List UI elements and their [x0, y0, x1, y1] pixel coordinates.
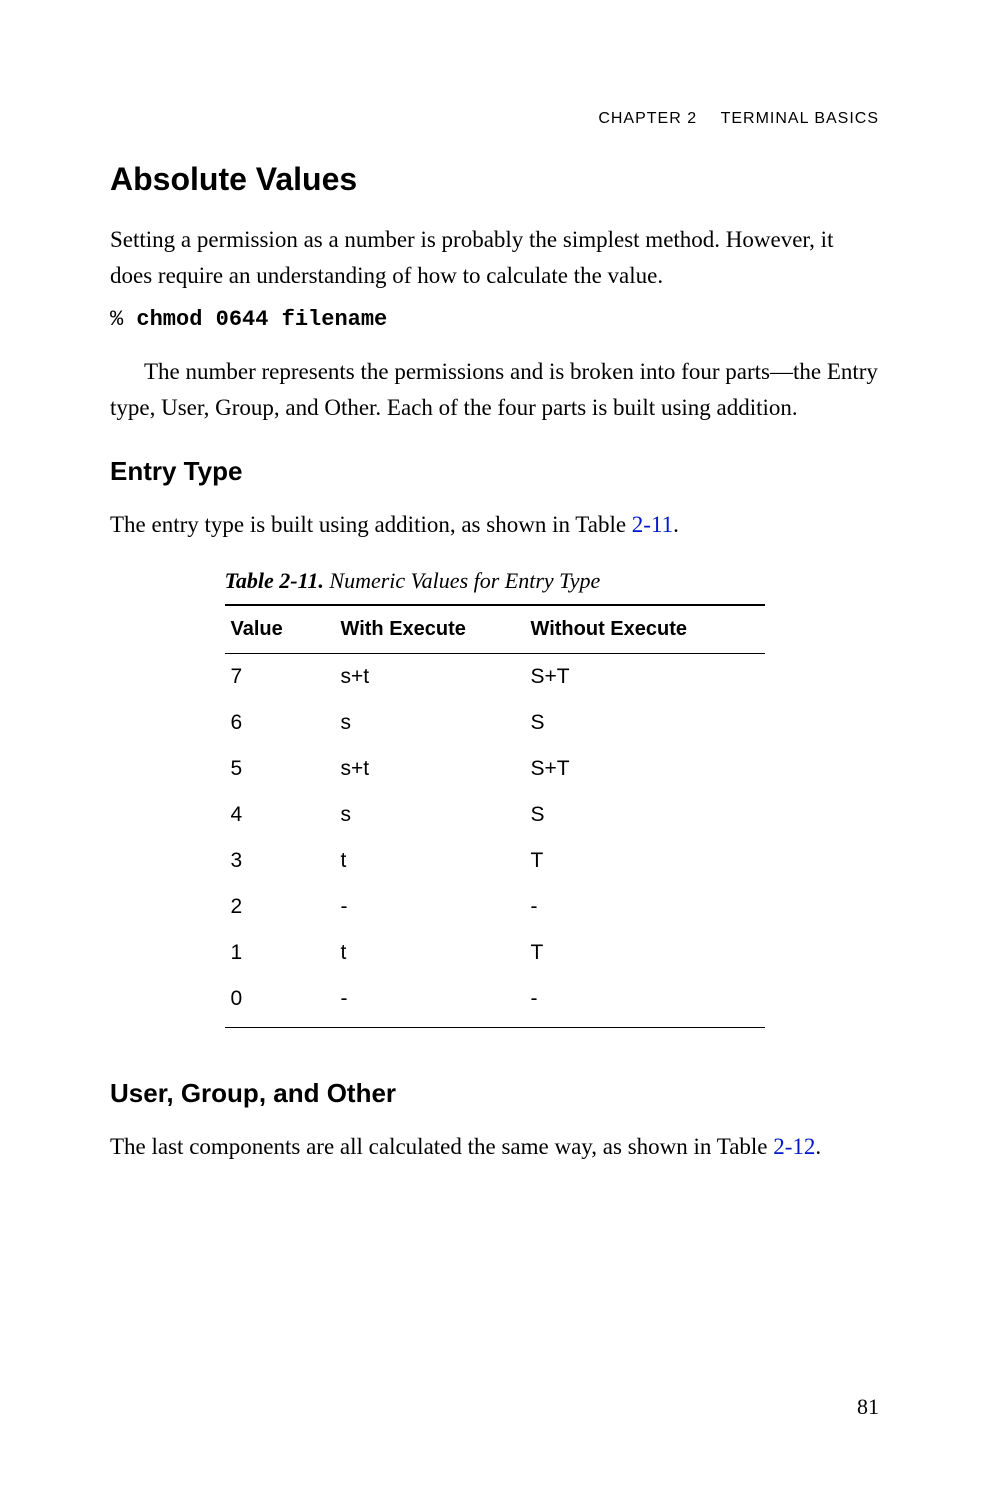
cell-with-execute: t: [335, 930, 525, 976]
text: The entry type is built using addition, …: [110, 512, 632, 537]
subsection-heading-user-group-other: User, Group, and Other: [110, 1078, 879, 1109]
cell-value: 3: [225, 838, 335, 884]
cell-with-execute: -: [335, 884, 525, 930]
cell-value: 1: [225, 930, 335, 976]
page-number: 81: [857, 1394, 879, 1420]
cell-with-execute: s: [335, 792, 525, 838]
table-row: 0--: [225, 976, 765, 1028]
cell-with-execute: s+t: [335, 746, 525, 792]
section-heading-absolute-values: Absolute Values: [110, 161, 879, 198]
text: .: [815, 1134, 821, 1159]
subsection-heading-entry-type: Entry Type: [110, 456, 879, 487]
cell-value: 5: [225, 746, 335, 792]
text: .: [673, 512, 679, 537]
table-row: 2--: [225, 884, 765, 930]
table-caption: Table 2-11. Numeric Values for Entry Typ…: [225, 568, 765, 594]
cell-without-execute: -: [525, 976, 765, 1028]
cell-value: 4: [225, 792, 335, 838]
cell-without-execute: T: [525, 838, 765, 884]
col-header-value: Value: [225, 605, 335, 654]
table-title: Numeric Values for Entry Type: [324, 568, 600, 593]
table-ref-link[interactable]: 2-11: [632, 512, 673, 537]
cell-without-execute: S: [525, 792, 765, 838]
paragraph: Setting a permission as a number is prob…: [110, 222, 879, 293]
cell-value: 6: [225, 700, 335, 746]
col-header-without-execute: Without Execute: [525, 605, 765, 654]
paragraph: The number represents the permissions an…: [110, 354, 879, 425]
cell-with-execute: t: [335, 838, 525, 884]
cell-without-execute: S: [525, 700, 765, 746]
cell-with-execute: s: [335, 700, 525, 746]
table-row: 3tT: [225, 838, 765, 884]
table-row: 6sS: [225, 700, 765, 746]
shell-prompt: %: [110, 307, 136, 332]
table-row: 1tT: [225, 930, 765, 976]
header-chapter: CHAPTER 2: [598, 110, 697, 127]
shell-command: chmod 0644 filename: [136, 307, 387, 332]
cell-without-execute: T: [525, 930, 765, 976]
paragraph: The last components are all calculated t…: [110, 1129, 879, 1165]
code-example: % chmod 0644 filename: [110, 307, 879, 332]
text: The last components are all calculated t…: [110, 1134, 773, 1159]
table-row: 7s+tS+T: [225, 654, 765, 701]
cell-value: 2: [225, 884, 335, 930]
table-label: Table 2-11.: [225, 568, 324, 593]
paragraph: The entry type is built using addition, …: [110, 507, 879, 543]
cell-value: 0: [225, 976, 335, 1028]
header-title: TERMINAL BASICS: [721, 110, 879, 127]
cell-without-execute: -: [525, 884, 765, 930]
running-header: CHAPTER 2 TERMINAL BASICS: [598, 110, 879, 128]
cell-with-execute: -: [335, 976, 525, 1028]
table-ref-link[interactable]: 2-12: [773, 1134, 815, 1159]
cell-without-execute: S+T: [525, 654, 765, 701]
cell-value: 7: [225, 654, 335, 701]
table-2-11: Table 2-11. Numeric Values for Entry Typ…: [225, 568, 765, 1028]
entry-type-table: Value With Execute Without Execute 7s+tS…: [225, 604, 765, 1028]
table-row: 5s+tS+T: [225, 746, 765, 792]
cell-without-execute: S+T: [525, 746, 765, 792]
table-header-row: Value With Execute Without Execute: [225, 605, 765, 654]
col-header-with-execute: With Execute: [335, 605, 525, 654]
table-row: 4sS: [225, 792, 765, 838]
cell-with-execute: s+t: [335, 654, 525, 701]
